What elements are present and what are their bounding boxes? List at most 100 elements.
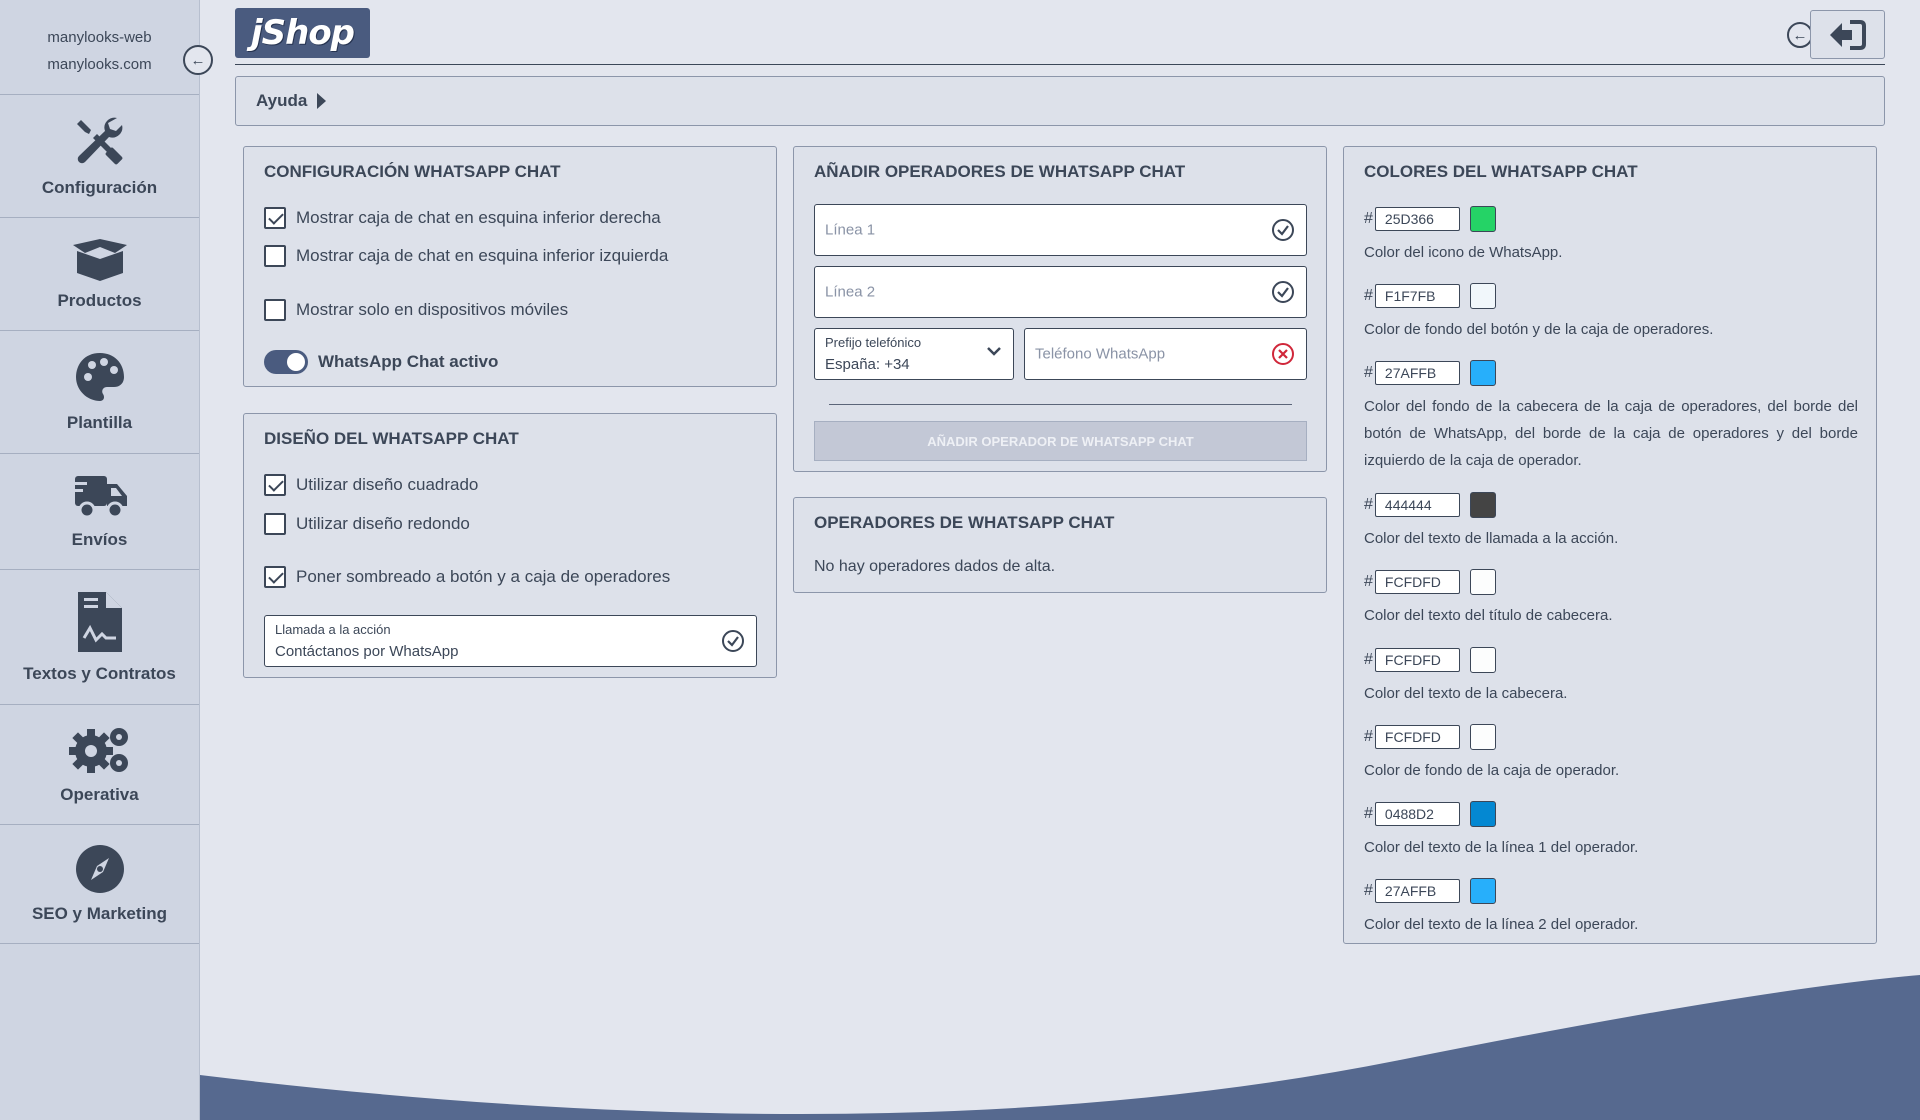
jshop-logo[interactable]: jShop xyxy=(235,8,370,58)
sidebar-item-label: SEO y Marketing xyxy=(31,904,168,923)
hex-input[interactable]: 25D366 xyxy=(1374,207,1460,231)
color-swatch[interactable] xyxy=(1469,492,1496,518)
option-label: Mostrar solo en dispositivos móviles xyxy=(296,300,569,319)
color-swatch[interactable] xyxy=(1469,360,1496,386)
hex-input[interactable]: FCFDFD xyxy=(1374,725,1460,749)
color-description: Color del texto de la cabecera. xyxy=(1364,685,1568,702)
hash-symbol: # xyxy=(1364,364,1373,381)
color-swatch[interactable] xyxy=(1469,801,1496,827)
design-panel: DISEÑO DEL WHATSAPP CHAT Utilizar diseño… xyxy=(243,413,777,678)
option-label: Utilizar diseño cuadrado xyxy=(296,475,479,494)
sidebar-item-plantilla[interactable]: Plantilla xyxy=(0,331,199,454)
line2-input[interactable]: Línea 2 xyxy=(814,266,1307,318)
document-signature-icon xyxy=(77,592,122,652)
active-toggle-row[interactable]: WhatsApp Chat activo xyxy=(264,350,498,374)
color-description: Color del fondo de la cabecera de la caj… xyxy=(1364,398,1858,469)
divider xyxy=(829,404,1292,405)
option-square-design[interactable]: Utilizar diseño cuadrado xyxy=(264,474,478,496)
color-swatch[interactable] xyxy=(1469,569,1496,595)
logout-button[interactable] xyxy=(1810,10,1885,59)
hash-symbol: # xyxy=(1364,805,1373,822)
checkbox[interactable] xyxy=(264,299,286,321)
hex-input[interactable]: 27AFFB xyxy=(1374,879,1460,903)
color-description: Color del texto de la línea 2 del operad… xyxy=(1364,916,1639,933)
hex-input[interactable]: FCFDFD xyxy=(1374,648,1460,672)
option-label: Mostrar caja de chat en esquina inferior… xyxy=(296,208,661,227)
panel-title: OPERADORES DE WHATSAPP CHAT xyxy=(814,513,1115,532)
phone-input[interactable]: Teléfono WhatsApp xyxy=(1024,328,1307,380)
site-info: manylooks-web manylooks.com ← xyxy=(0,0,213,95)
hex-input[interactable]: 27AFFB xyxy=(1374,361,1460,385)
check-circle-icon xyxy=(1272,219,1294,241)
color-swatch[interactable] xyxy=(1469,647,1496,673)
sidebar-item-productos[interactable]: Productos xyxy=(0,218,199,331)
color-row: # FCFDFD Color del texto de la cabecera. xyxy=(1364,647,1858,707)
hash-symbol: # xyxy=(1364,651,1373,668)
phone-placeholder: Teléfono WhatsApp xyxy=(1035,345,1166,363)
color-input-line: #25D366 xyxy=(1364,206,1858,232)
line1-input[interactable]: Línea 1 xyxy=(814,204,1307,256)
hash-symbol: # xyxy=(1364,496,1373,513)
checkbox[interactable] xyxy=(264,207,286,229)
sidebar-collapse-button[interactable]: ← xyxy=(183,45,213,75)
color-row: #27AFFB Color del texto de la línea 2 del… xyxy=(1364,878,1858,938)
color-row: # FCFDFD Color del texto del título de cab… xyxy=(1364,569,1858,629)
sidebar-item-seo[interactable]: SEO y Marketing xyxy=(0,825,199,944)
hex-input[interactable]: 0488D2 xyxy=(1374,802,1460,826)
color-input-line: #27AFFB xyxy=(1364,878,1858,904)
color-swatch[interactable] xyxy=(1469,206,1496,232)
option-label: Mostrar caja de chat en esquina inferior… xyxy=(296,246,669,265)
sidebar-item-operativa[interactable]: Operativa xyxy=(0,705,199,825)
hash-symbol: # xyxy=(1364,882,1373,899)
prefix-value: España: +34 xyxy=(825,356,910,373)
checkbox[interactable] xyxy=(264,513,286,535)
color-swatch[interactable] xyxy=(1469,724,1496,750)
panel-title: CONFIGURACIÓN WHATSAPP CHAT xyxy=(264,162,561,181)
sidebar-item-envios[interactable]: Envíos xyxy=(0,454,199,570)
option-shadow[interactable]: Poner sombreado a botón y a caja de oper… xyxy=(264,566,670,588)
sidebar-item-label: Textos y Contratos xyxy=(23,664,176,683)
cta-input[interactable]: Llamada a la acción Contáctanos por What… xyxy=(264,615,757,667)
help-toggle[interactable]: Ayuda xyxy=(235,76,1885,126)
sidebar-item-label: Operativa xyxy=(60,784,139,804)
color-description: Color del texto del título de cabecera. xyxy=(1364,607,1613,624)
site-name: manylooks-web xyxy=(47,29,152,46)
prefix-label: Prefijo telefónico xyxy=(825,335,922,350)
color-input-line: #444444 xyxy=(1364,492,1858,518)
color-row: # F1F7FB Color de fondo del botón y de la … xyxy=(1364,283,1858,343)
active-toggle[interactable] xyxy=(264,350,308,374)
site-domain: manylooks.com xyxy=(47,56,152,73)
hex-input[interactable]: 444444 xyxy=(1374,493,1460,517)
option-mobile-only[interactable]: Mostrar solo en dispositivos móviles xyxy=(264,299,568,321)
color-input-line: # FCFDFD xyxy=(1364,724,1858,750)
checkbox[interactable] xyxy=(264,245,286,267)
colors-panel: COLORES DEL WHATSAPP CHAT #25D366 Color d… xyxy=(1343,146,1877,944)
sidebar-item-label: Productos xyxy=(57,291,142,310)
arrow-left-circle-icon: ← xyxy=(190,51,206,69)
color-input-line: #27AFFB xyxy=(1364,360,1858,386)
arrow-left-circle-icon: ← xyxy=(1792,26,1808,44)
sidebar: manylooks-web manylooks.com ← Configurac… xyxy=(0,0,213,1120)
operators-panel: OPERADORES DE WHATSAPP CHAT No hay opera… xyxy=(793,497,1327,593)
color-row: # FCFDFD Color de fondo de la caja de oper… xyxy=(1364,724,1858,784)
hash-symbol: # xyxy=(1364,210,1373,227)
checkbox[interactable] xyxy=(264,566,286,588)
color-swatch[interactable] xyxy=(1469,283,1496,309)
hex-input[interactable]: FCFDFD xyxy=(1374,570,1460,594)
hex-input[interactable]: F1F7FB xyxy=(1374,284,1460,308)
sidebar-item-textos[interactable]: Textos y Contratos xyxy=(0,570,199,705)
color-input-line: #0488D2 xyxy=(1364,801,1858,827)
phone-prefix-select[interactable]: Prefijo telefónico España: +34 xyxy=(814,328,1014,380)
color-description: Color del texto de llamada a la acción. xyxy=(1364,530,1619,547)
color-row: #0488D2 Color del texto de la línea 1 del… xyxy=(1364,801,1858,861)
header: jShop ← xyxy=(235,0,1885,65)
add-operator-button[interactable]: AÑADIR OPERADOR DE WHATSAPP CHAT xyxy=(814,421,1307,461)
option-label: Poner sombreado a botón y a caja de oper… xyxy=(296,567,671,586)
option-bottom-left[interactable]: Mostrar caja de chat en esquina inferior… xyxy=(264,245,668,267)
color-swatch[interactable] xyxy=(1469,878,1496,904)
option-bottom-right[interactable]: Mostrar caja de chat en esquina inferior… xyxy=(264,207,661,229)
checkbox[interactable] xyxy=(264,474,286,496)
option-round-design[interactable]: Utilizar diseño redondo xyxy=(264,513,470,535)
sign-out-icon xyxy=(1829,19,1866,50)
sidebar-item-configuracion[interactable]: Configuración xyxy=(0,95,199,218)
